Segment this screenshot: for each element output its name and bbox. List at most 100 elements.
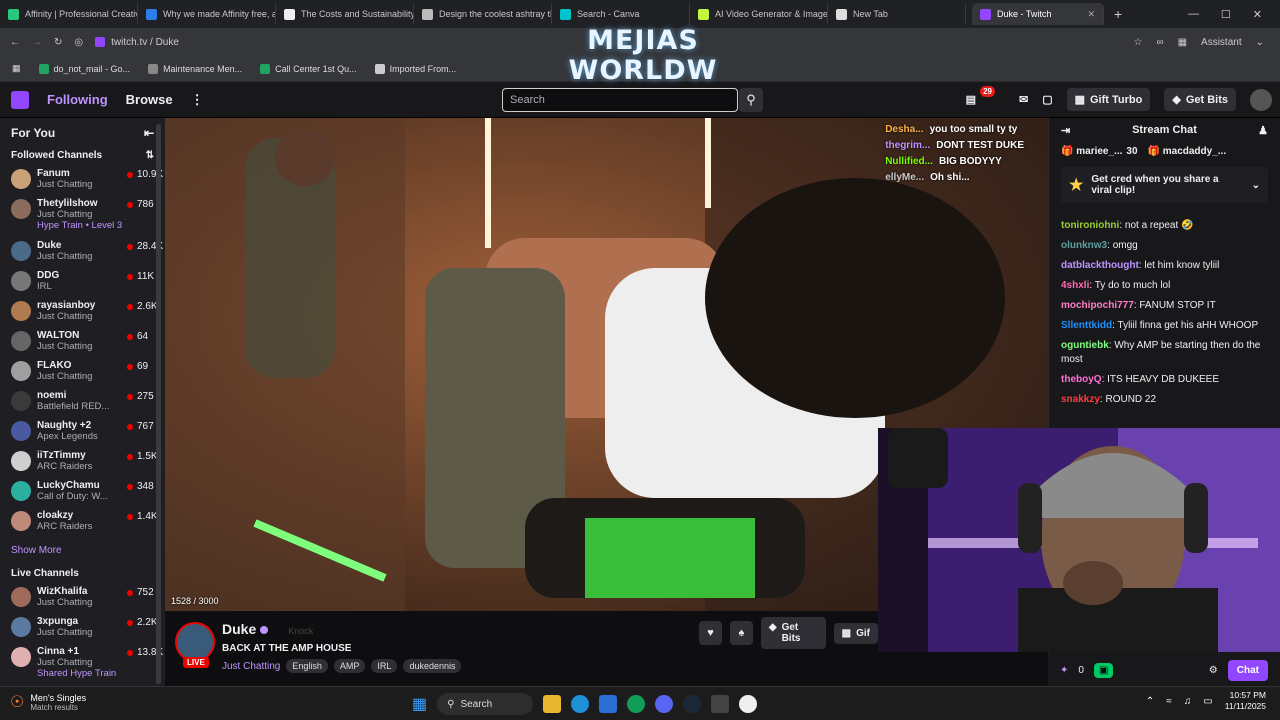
forward-icon[interactable]: → bbox=[32, 37, 42, 48]
volume-icon[interactable]: ♫ bbox=[1184, 696, 1192, 707]
xbox-icon[interactable] bbox=[711, 695, 730, 713]
stream-tag[interactable]: IRL bbox=[371, 659, 398, 673]
streamer-avatar[interactable] bbox=[175, 622, 215, 662]
windows-start-icon[interactable]: ▦ bbox=[412, 694, 427, 714]
extensions-icon[interactable]: ▦ bbox=[1178, 37, 1187, 48]
tray-chevron-icon[interactable]: ⌃ bbox=[1146, 696, 1154, 707]
file-explorer-icon[interactable] bbox=[543, 695, 562, 713]
inbox-icon[interactable]: ▤ bbox=[966, 93, 976, 106]
sidebar-channel[interactable]: Fanum Just Chatting 10.9K bbox=[0, 165, 165, 195]
stream-tag[interactable]: AMP bbox=[333, 659, 366, 673]
back-icon[interactable]: ← bbox=[10, 37, 20, 48]
sidebar-channel[interactable]: 3xpunga Just Chatting 2.2K bbox=[0, 613, 165, 643]
show-more-link[interactable]: Show More bbox=[0, 537, 165, 564]
cred-banner[interactable]: ★ Get cred when you share a viral clip! … bbox=[1061, 167, 1268, 203]
browser-tab[interactable]: Affinity | Professional Creative bbox=[0, 3, 138, 25]
more-menu-icon[interactable]: ⋮ bbox=[191, 92, 204, 108]
sort-icon[interactable]: ⇅ bbox=[146, 150, 154, 161]
chat-username[interactable]: datblackthought bbox=[1061, 260, 1139, 271]
sidebar-channel[interactable]: LuckyChamu Call of Duty: W... 348 bbox=[0, 477, 165, 507]
follow-heart-icon[interactable]: ♥ bbox=[699, 621, 722, 645]
browser-tab[interactable]: Design the coolest ashtray th bbox=[414, 3, 552, 25]
link-icon[interactable]: ∞ bbox=[1156, 37, 1163, 48]
browser-tab[interactable]: Why we made Affinity free, a bbox=[138, 3, 276, 25]
store-icon[interactable] bbox=[599, 695, 618, 713]
gifter-entry[interactable]: 🎁 mariee_... 30 bbox=[1061, 146, 1138, 157]
chat-username[interactable]: olunknw3 bbox=[1061, 240, 1107, 251]
battery-icon[interactable]: ▭ bbox=[1203, 696, 1212, 707]
sidebar-channel[interactable]: Naughty +2 Apex Legends 767 bbox=[0, 417, 165, 447]
edge-browser-icon[interactable] bbox=[571, 695, 590, 713]
sidebar-channel[interactable]: WizKhalifa Just Chatting 752 bbox=[0, 583, 165, 613]
collapse-chat-icon[interactable]: ⇥ bbox=[1061, 124, 1070, 137]
browser-tab[interactable]: New Tab bbox=[828, 3, 966, 25]
community-icon[interactable]: ♟ bbox=[1258, 124, 1268, 137]
mic-icon[interactable]: ◎ bbox=[74, 37, 83, 48]
steam-icon[interactable] bbox=[683, 695, 702, 713]
apps-grid-icon[interactable]: ▦ bbox=[12, 63, 21, 74]
github-icon[interactable] bbox=[739, 695, 758, 713]
chat-username[interactable]: theboyQ bbox=[1061, 374, 1102, 385]
sidebar-scrollbar[interactable] bbox=[156, 124, 161, 684]
stream-tag[interactable]: English bbox=[286, 659, 328, 673]
browser-tab[interactable]: The Costs and Sustainability o bbox=[276, 3, 414, 25]
sidebar-channel[interactable]: Cinna +1 Just Chatting Shared Hype Train 13… bbox=[0, 643, 165, 685]
browser-tab-active[interactable]: Duke - Twitch ✕ bbox=[972, 3, 1104, 25]
chat-username[interactable]: Sllenttkidd bbox=[1061, 320, 1112, 331]
assistant-button[interactable]: Assistant bbox=[1201, 37, 1242, 48]
chevron-down-icon[interactable]: ⌄ bbox=[1252, 180, 1260, 191]
sidebar-channel[interactable]: FLAKO Just Chatting 69 bbox=[0, 357, 165, 387]
chat-settings-icon[interactable]: ⚙ bbox=[1209, 665, 1218, 676]
search-icon[interactable]: ⚲ bbox=[739, 88, 763, 112]
reload-icon[interactable]: ↻ bbox=[54, 37, 62, 48]
category-link[interactable]: Just Chatting bbox=[222, 661, 280, 672]
gift-sub-button[interactable]: ▩ Gif bbox=[833, 622, 878, 644]
close-tab-icon[interactable]: ✕ bbox=[1087, 9, 1095, 20]
sidebar-channel[interactable]: noemi Battlefield RED... 275 bbox=[0, 387, 165, 417]
new-tab-button[interactable]: + bbox=[1104, 6, 1132, 22]
chat-username[interactable]: tonironiohni bbox=[1061, 220, 1119, 231]
chrome-icon[interactable] bbox=[627, 695, 646, 713]
stream-tag[interactable]: dukedennis bbox=[403, 659, 462, 673]
chat-username[interactable]: 4shxli bbox=[1061, 280, 1089, 291]
taskbar-widget[interactable]: ☉ Men's Singles Match results bbox=[10, 692, 86, 712]
discord-icon[interactable] bbox=[655, 695, 674, 713]
browse-link[interactable]: Browse bbox=[126, 92, 173, 107]
taskbar-search[interactable]: ⚲ Search bbox=[437, 693, 534, 715]
get-bits-button[interactable]: ◆ Get Bits bbox=[1164, 88, 1236, 111]
sidebar-channel[interactable]: DDG IRL 11K bbox=[0, 267, 165, 297]
user-avatar[interactable] bbox=[1250, 88, 1272, 111]
chat-username[interactable]: oguntiebk bbox=[1061, 340, 1109, 351]
bookmark-item[interactable]: Imported From... bbox=[374, 63, 456, 74]
chat-username[interactable]: mochipochi777 bbox=[1061, 300, 1134, 311]
twitch-logo-icon[interactable] bbox=[11, 90, 29, 109]
maximize-icon[interactable]: ☐ bbox=[1221, 8, 1231, 21]
whispers-icon[interactable]: ▢ bbox=[1042, 93, 1052, 106]
chevron-down-icon[interactable]: ⌄ bbox=[1256, 37, 1264, 48]
chat-username[interactable]: snakkzy bbox=[1061, 394, 1100, 405]
close-window-icon[interactable]: ✕ bbox=[1253, 8, 1262, 21]
streamer-name[interactable]: Duke Knock bbox=[222, 621, 313, 637]
channel-points-icon[interactable]: ✦ bbox=[1060, 665, 1068, 676]
sidebar-channel[interactable]: rayasianboy Just Chatting 2.6K bbox=[0, 297, 165, 327]
notifications-bell-icon[interactable]: ♠ bbox=[729, 621, 753, 645]
points-reward-icon[interactable]: ▣ bbox=[1093, 662, 1114, 678]
sidebar-channel[interactable]: Thetylilshow Just Chatting Hype Train • Le… bbox=[0, 195, 165, 237]
get-bits-stream-button[interactable]: ◆ Get Bits bbox=[760, 617, 826, 649]
bookmark-item[interactable]: Maintenance Men... bbox=[148, 63, 242, 74]
clock[interactable]: 10:57 PM 11/11/2025 bbox=[1225, 690, 1266, 712]
gift-turbo-button[interactable]: ▩ Gift Turbo bbox=[1066, 88, 1151, 111]
bookmark-item[interactable]: do_not_mail - Go... bbox=[38, 63, 130, 74]
following-link[interactable]: Following bbox=[47, 92, 108, 107]
minimize-icon[interactable]: — bbox=[1188, 8, 1199, 21]
sidebar-channel[interactable]: Duke Just Chatting 28.4K bbox=[0, 237, 165, 267]
star-icon[interactable]: ☆ bbox=[1133, 37, 1142, 48]
collapse-sidebar-icon[interactable]: ⇤ bbox=[144, 126, 154, 140]
sidebar-channel[interactable]: cloakzy ARC Raiders 1.4K bbox=[0, 507, 165, 537]
gifter-entry[interactable]: 🎁 macdaddy_... bbox=[1148, 146, 1231, 157]
chat-send-button[interactable]: Chat bbox=[1227, 659, 1268, 681]
wifi-icon[interactable]: ≈ bbox=[1166, 696, 1172, 707]
mail-icon[interactable]: ✉ bbox=[1019, 93, 1028, 106]
sidebar-channel[interactable]: iiTzTimmy ARC Raiders 1.5K bbox=[0, 447, 165, 477]
bookmark-item[interactable]: Call Center 1st Qu... bbox=[260, 63, 357, 74]
